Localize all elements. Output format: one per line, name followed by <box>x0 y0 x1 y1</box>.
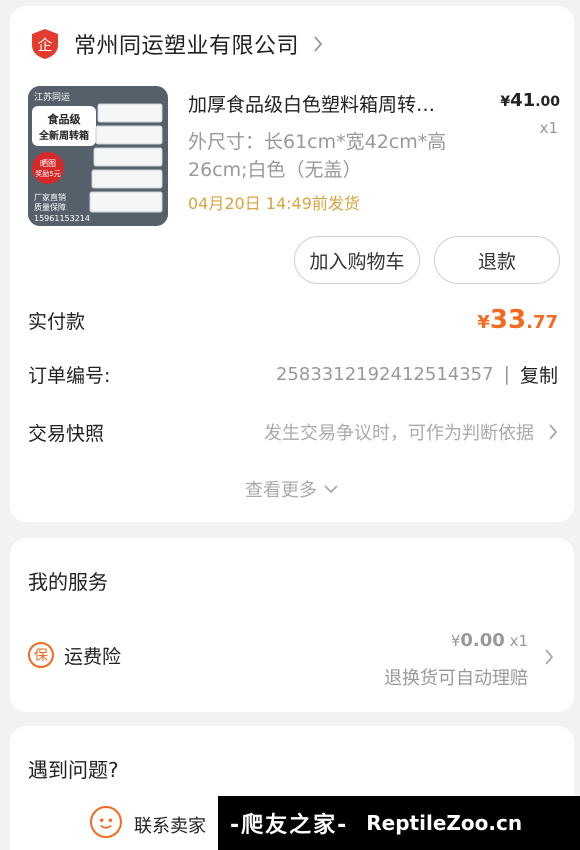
divider: | <box>503 363 510 385</box>
thumb-headline-2: 全新周转箱 <box>38 129 89 142</box>
product-quantity: x1 <box>539 119 558 137</box>
contact-seller-button[interactable]: 联系卖家 <box>134 812 206 838</box>
shop-badge-icon: 企 <box>32 29 58 59</box>
chevron-right-icon <box>549 424 558 440</box>
copy-button[interactable]: 复制 <box>520 361 558 388</box>
insurance-currency: ¥ <box>450 632 461 650</box>
watermark-right: ReptileZoo.cn <box>366 811 523 835</box>
shop-name[interactable]: 常州同运塑业有限公司 <box>74 28 299 60</box>
paid-decimal: .77 <box>526 312 558 333</box>
spec-line-2: 26cm;白色（无盖） <box>188 159 362 181</box>
insurance-description: 退换货可自动理赔 <box>384 668 528 689</box>
thumb-badge-1: 晒图 <box>40 159 56 168</box>
svg-text:企: 企 <box>37 36 52 54</box>
watermark-left: -爬友之家- <box>230 813 349 838</box>
thumb-brand: 江苏同运 <box>34 91 70 103</box>
price-integer: 41 <box>510 90 536 111</box>
order-number-row: 订单编号: 2583312192412514357 | 复制 <box>28 356 558 392</box>
price-currency: ¥ <box>500 94 511 110</box>
watermark: -爬友之家- ReptileZoo.cn <box>218 796 580 850</box>
product-title[interactable]: 加厚食品级白色塑料箱周转… <box>188 90 488 117</box>
paid-currency: ¥ <box>477 312 490 333</box>
issues-title: 遇到问题? <box>28 758 119 782</box>
paid-amount: ¥33.77 <box>477 305 558 335</box>
product-price: ¥41.00 <box>500 90 560 111</box>
paid-amount-row: 实付款 ¥33.77 <box>28 302 558 338</box>
paid-label: 实付款 <box>28 310 86 333</box>
refund-button[interactable]: 退款 <box>434 236 560 284</box>
thumb-footer-2: 质量保障 <box>34 202 66 212</box>
thumb-badge-2: 奖励5元 <box>35 169 60 178</box>
ship-time: 04月20日 14:49前发货 <box>188 194 360 213</box>
shop-header[interactable]: 企 常州同运塑业有限公司 <box>28 26 323 62</box>
add-to-cart-button[interactable]: 加入购物车 <box>294 236 420 284</box>
order-label: 订单编号: <box>28 364 111 387</box>
services-card: 我的服务 保 运费险 ¥0.00 x1 退换货可自动理赔 <box>10 538 574 712</box>
product-image: 江苏同运 食品级 全新周转箱 晒图 奖励5元 厂家直销 质量保障 1596115… <box>28 86 168 226</box>
view-more-label: 查看更多 <box>245 480 317 501</box>
insurance-icon: 保 <box>28 642 54 668</box>
paid-integer: 33 <box>489 305 527 335</box>
services-title: 我的服务 <box>28 570 108 594</box>
thumb-footer-1: 厂家直销 <box>34 192 66 202</box>
snapshot-hint: 发生交易争议时，可作为判断依据 <box>264 423 534 444</box>
chevron-right-icon <box>314 36 323 52</box>
chevron-right-icon[interactable] <box>544 648 554 666</box>
spec-line-1: 外尺寸：长61cm*宽42cm*高 <box>188 131 447 153</box>
insurance-amount: 0.00 <box>460 630 505 651</box>
order-card: 企 常州同运塑业有限公司 江苏同运 食品级 全新周转箱 晒图 奖励5元 厂家直销… <box>10 6 574 522</box>
stacked-crates-graphic <box>89 103 163 213</box>
snapshot-label: 交易快照 <box>28 422 105 445</box>
thumb-headline-1: 食品级 <box>48 112 82 126</box>
contact-seller-icon[interactable] <box>90 806 122 838</box>
insurance-quantity: x1 <box>509 632 528 650</box>
thumb-phone: 15961153214 <box>34 214 90 223</box>
order-number: 2583312192412514357 <box>275 363 494 385</box>
shipping-insurance-label[interactable]: 运费险 <box>64 642 121 669</box>
insurance-price: ¥0.00 x1 <box>451 630 528 651</box>
view-more-button[interactable]: 查看更多 <box>10 476 574 502</box>
product-spec: 外尺寸：长61cm*宽42cm*高 26cm;白色（无盖） <box>188 128 488 184</box>
product-thumbnail[interactable]: 江苏同运 食品级 全新周转箱 晒图 奖励5元 厂家直销 质量保障 1596115… <box>28 86 168 226</box>
chevron-down-icon <box>324 485 338 494</box>
snapshot-row[interactable]: 交易快照 发生交易争议时，可作为判断依据 <box>28 414 558 450</box>
price-decimal: .00 <box>535 94 560 110</box>
